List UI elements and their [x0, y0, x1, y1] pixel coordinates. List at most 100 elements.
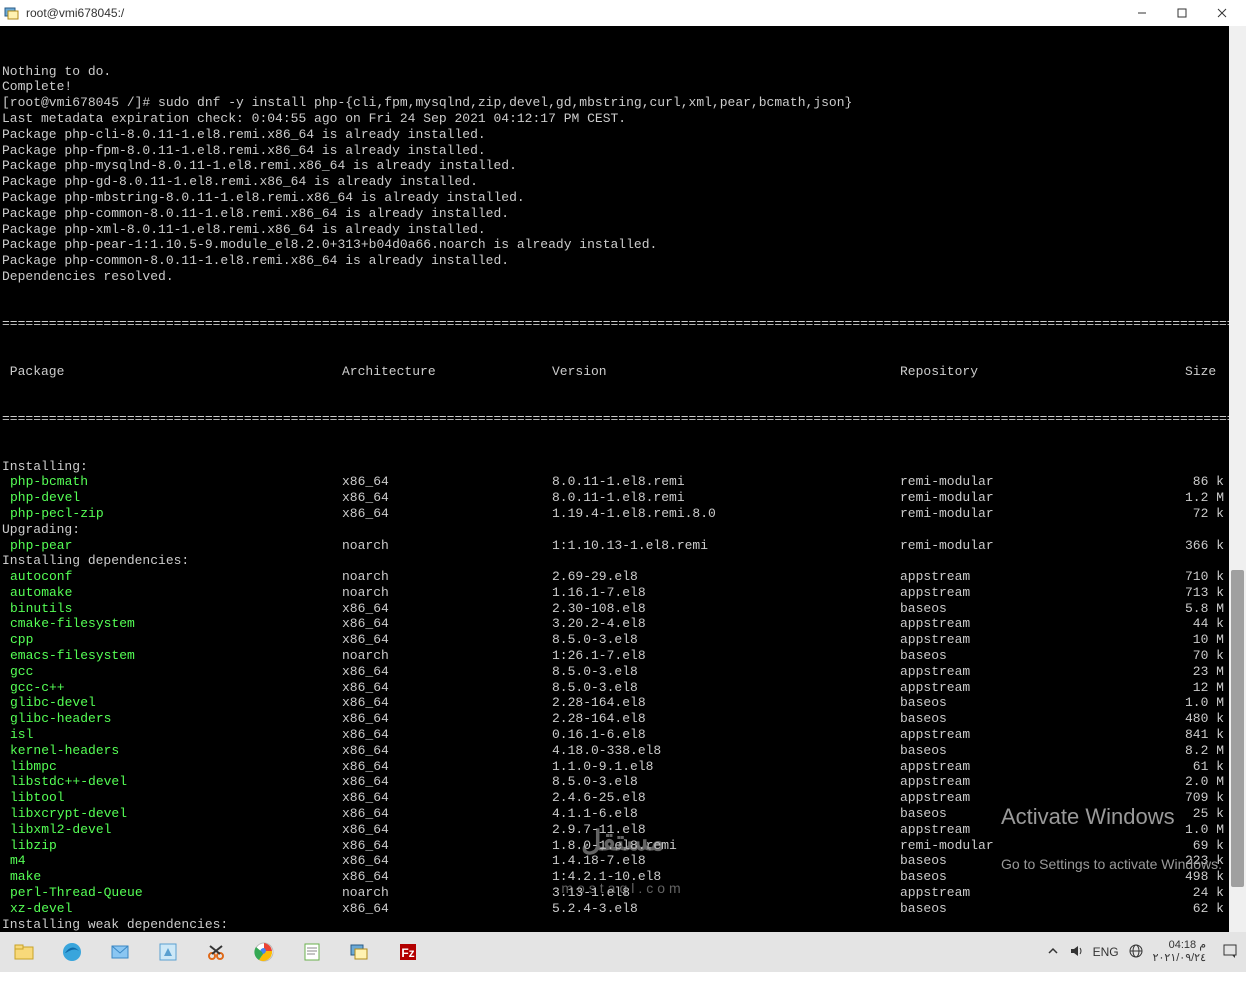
pkg-repo: appstream: [900, 632, 1165, 648]
pkg-arch: x86_64: [342, 616, 552, 632]
pkg-repo: appstream: [900, 585, 1165, 601]
pkg-version: 2.28-164.el8: [552, 695, 900, 711]
pkg-repo: remi-modular: [900, 538, 1165, 554]
pkg-version: 1:1.10.13-1.el8.remi: [552, 538, 900, 554]
pkg-name: isl: [2, 727, 342, 743]
file-explorer-icon[interactable]: [0, 932, 48, 972]
pkg-repo: baseos: [900, 648, 1165, 664]
pkg-version: 8.5.0-3.el8: [552, 632, 900, 648]
language-indicator[interactable]: ENG: [1093, 945, 1119, 959]
pkg-version: 3.20.2-4.el8: [552, 616, 900, 632]
speaker-icon[interactable]: [1069, 944, 1083, 961]
pkg-arch: x86_64: [342, 695, 552, 711]
terminal-line: Last metadata expiration check: 0:04:55 …: [2, 111, 1246, 127]
pkg-name: gcc-c++: [2, 680, 342, 696]
mail-icon[interactable]: [96, 932, 144, 972]
table-row: binutilsx86_642.30-108.el8baseos5.8 M: [2, 601, 1246, 617]
table-row: libmpcx86_641.1.0-9.1.el8appstream61 k: [2, 759, 1246, 775]
pkg-version: 1.1.0-9.1.el8: [552, 759, 900, 775]
pkg-arch: x86_64: [342, 711, 552, 727]
pkg-name: libmpc: [2, 759, 342, 775]
pkg-arch: x86_64: [342, 853, 552, 869]
pkg-repo: appstream: [900, 569, 1165, 585]
putty-taskbar-icon[interactable]: [336, 932, 384, 972]
pkg-version: 0.16.1-6.el8: [552, 727, 900, 743]
table-row: php-pearnoarch1:1.10.13-1.el8.remiremi-m…: [2, 538, 1246, 554]
window-title: root@vmi678045:/: [26, 6, 1122, 20]
notification-icon[interactable]: [1222, 943, 1238, 962]
terminal-line: Package php-xml-8.0.11-1.el8.remi.x86_64…: [2, 222, 1246, 238]
pkg-version: 2.28-164.el8: [552, 711, 900, 727]
pkg-name: libstdc++-devel: [2, 774, 342, 790]
terminal-pane[interactable]: Nothing to do.Complete![root@vmi678045 /…: [0, 26, 1246, 932]
pkg-name: php-pear: [2, 538, 342, 554]
pkg-version: 2.30-108.el8: [552, 601, 900, 617]
pkg-arch: noarch: [342, 538, 552, 554]
table-row: gccx86_648.5.0-3.el8appstream23 M: [2, 664, 1246, 680]
table-header: Package Architecture Version Repository …: [2, 364, 1246, 380]
putty-icon: [4, 5, 20, 21]
pkg-version: 8.0.11-1.el8.remi: [552, 490, 900, 506]
pkg-arch: x86_64: [342, 743, 552, 759]
pkg-repo: appstream: [900, 759, 1165, 775]
table-row: emacs-filesystemnoarch1:26.1-7.el8baseos…: [2, 648, 1246, 664]
network-icon[interactable]: [1129, 944, 1143, 961]
terminal-scrollbar[interactable]: [1229, 26, 1246, 932]
notepad-icon[interactable]: [288, 932, 336, 972]
pkg-repo: remi-modular: [900, 474, 1165, 490]
app-icon[interactable]: [144, 932, 192, 972]
terminal-line: Nothing to do.: [2, 64, 1246, 80]
system-tray: ENG 04:18 م ٢٠٢١/٠٩/٢٤: [1047, 939, 1246, 965]
pkg-arch: noarch: [342, 569, 552, 585]
col-arch: Architecture: [342, 364, 552, 380]
pkg-arch: noarch: [342, 648, 552, 664]
pkg-version: 8.5.0-3.el8: [552, 680, 900, 696]
terminal-line: Package php-fpm-8.0.11-1.el8.remi.x86_64…: [2, 143, 1246, 159]
pkg-repo: baseos: [900, 695, 1165, 711]
pkg-name: kernel-headers: [2, 743, 342, 759]
pkg-repo: baseos: [900, 743, 1165, 759]
table-row: gcc-c++x86_648.5.0-3.el8appstream12 M: [2, 680, 1246, 696]
pkg-arch: x86_64: [342, 680, 552, 696]
minimize-button[interactable]: [1122, 0, 1162, 26]
pkg-name: autoconf: [2, 569, 342, 585]
col-package: Package: [2, 364, 342, 380]
terminal-line: Package php-gd-8.0.11-1.el8.remi.x86_64 …: [2, 174, 1246, 190]
close-button[interactable]: [1202, 0, 1242, 26]
pkg-arch: x86_64: [342, 822, 552, 838]
pkg-name: glibc-devel: [2, 695, 342, 711]
tray-chevron-icon[interactable]: [1047, 945, 1059, 960]
pkg-arch: noarch: [342, 585, 552, 601]
pkg-repo: appstream: [900, 727, 1165, 743]
pkg-version: 1.19.4-1.el8.remi.8.0: [552, 506, 900, 522]
section-label: Installing dependencies:: [2, 553, 1246, 569]
pkg-arch: x86_64: [342, 806, 552, 822]
pkg-arch: x86_64: [342, 506, 552, 522]
pkg-name: m4: [2, 853, 342, 869]
terminal-line: Dependencies resolved.: [2, 269, 1246, 285]
mostaql-watermark: مستقل mostaql.com: [561, 802, 684, 928]
scrollbar-thumb[interactable]: [1231, 570, 1244, 887]
maximize-button[interactable]: [1162, 0, 1202, 26]
terminal-line: Package php-mbstring-8.0.11-1.el8.remi.x…: [2, 190, 1246, 206]
pkg-version: 8.5.0-3.el8: [552, 664, 900, 680]
terminal-line: Package php-pear-1:1.10.5-9.module_el8.2…: [2, 237, 1246, 253]
filezilla-icon[interactable]: Fz: [384, 932, 432, 972]
activate-heading: Activate Windows: [1001, 809, 1222, 825]
pkg-repo: appstream: [900, 664, 1165, 680]
pkg-name: cpp: [2, 632, 342, 648]
pkg-name: make: [2, 869, 342, 885]
taskbar-clock[interactable]: 04:18 م ٢٠٢١/٠٩/٢٤: [1153, 939, 1212, 965]
pkg-arch: x86_64: [342, 790, 552, 806]
pkg-name: php-pecl-zip: [2, 506, 342, 522]
pkg-version: 2.69-29.el8: [552, 569, 900, 585]
table-row: glibc-headersx86_642.28-164.el8baseos480…: [2, 711, 1246, 727]
chrome-icon[interactable]: [240, 932, 288, 972]
table-row: cppx86_648.5.0-3.el8appstream10 M: [2, 632, 1246, 648]
edge-icon[interactable]: [48, 932, 96, 972]
svg-text:Fz: Fz: [401, 946, 414, 960]
pkg-name: binutils: [2, 601, 342, 617]
table-row: php-pecl-zipx86_641.19.4-1.el8.remi.8.0r…: [2, 506, 1246, 522]
pkg-name: php-devel: [2, 490, 342, 506]
snipping-icon[interactable]: [192, 932, 240, 972]
